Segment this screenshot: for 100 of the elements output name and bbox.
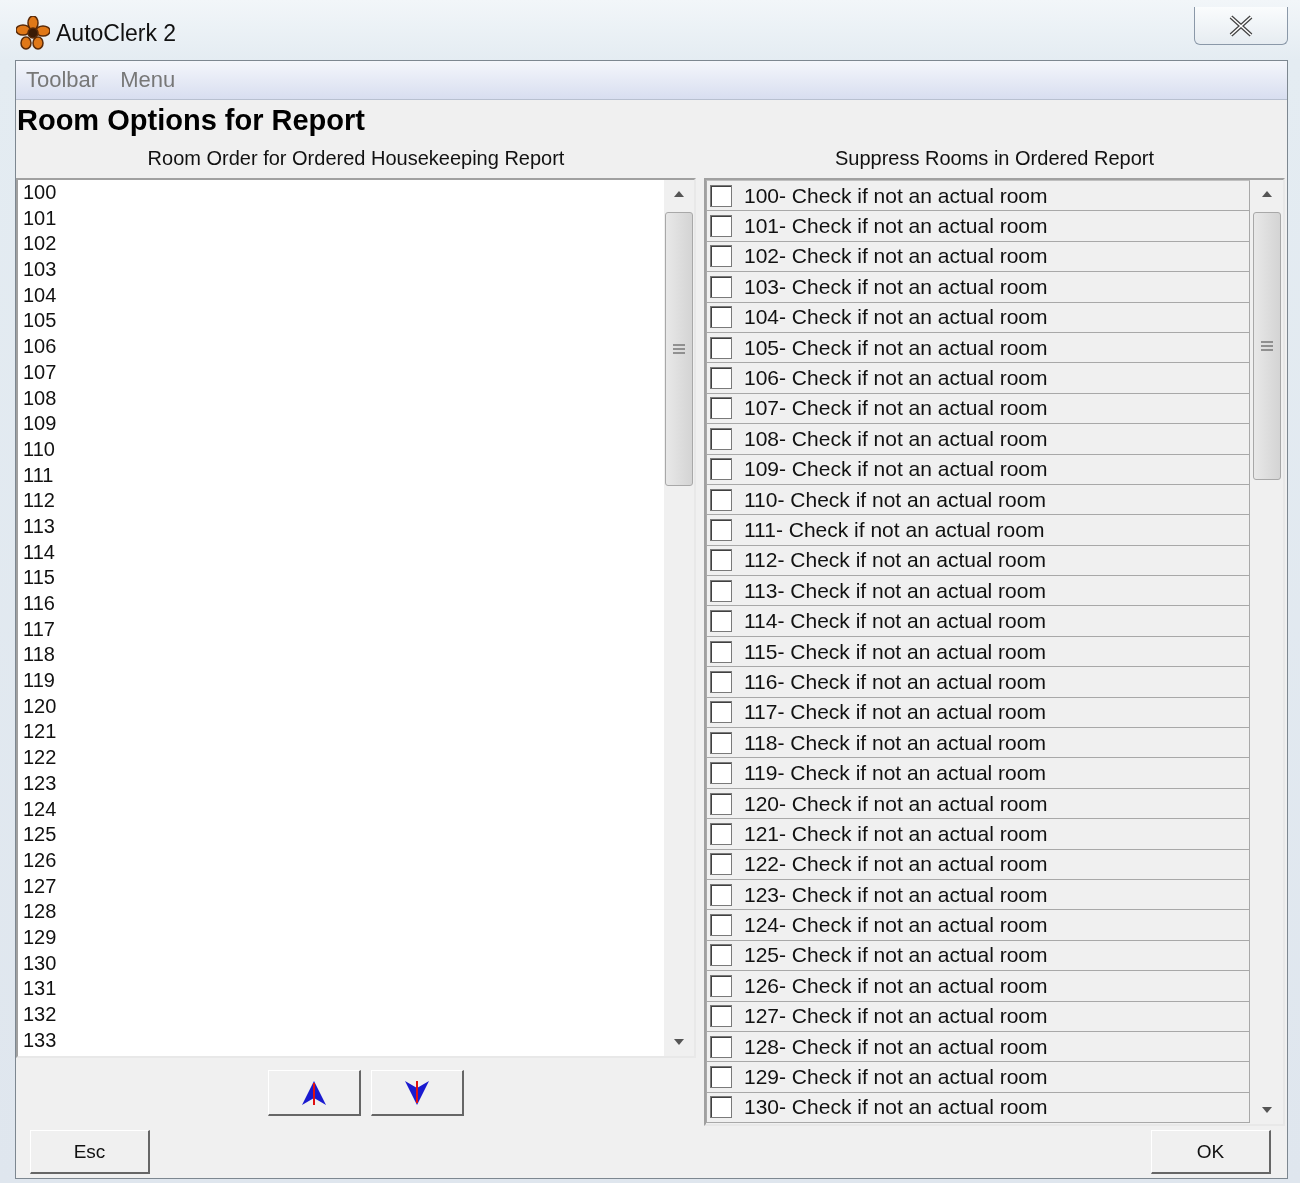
checkbox-row[interactable]: 115- Check if not an actual room xyxy=(706,636,1250,668)
checkbox[interactable] xyxy=(710,549,732,572)
checkbox[interactable] xyxy=(710,610,732,633)
checkbox[interactable] xyxy=(710,215,732,238)
room-list-item[interactable]: 124 xyxy=(23,796,664,823)
room-list-item[interactable]: 112 xyxy=(23,488,664,514)
room-list-item[interactable]: 129 xyxy=(23,924,664,951)
checkbox[interactable] xyxy=(710,1005,732,1028)
checkbox-row[interactable]: 105- Check if not an actual room xyxy=(706,332,1250,364)
room-list-item[interactable]: 103 xyxy=(23,257,664,283)
checkbox-row[interactable]: 112- Check if not an actual room xyxy=(706,545,1250,577)
room-list-item[interactable]: 125 xyxy=(23,822,664,848)
room-list-item[interactable]: 105 xyxy=(23,308,664,335)
checkbox[interactable] xyxy=(710,731,732,754)
scroll-up-icon[interactable] xyxy=(1260,190,1273,198)
checkbox-row[interactable]: 110- Check if not an actual room xyxy=(706,484,1250,516)
checkbox[interactable] xyxy=(710,640,732,663)
room-list-item[interactable]: 131 xyxy=(23,976,664,1002)
room-list-item[interactable]: 117 xyxy=(23,616,664,643)
scroll-up-icon[interactable] xyxy=(673,190,685,198)
checkbox-row[interactable]: 123- Check if not an actual room xyxy=(706,880,1250,911)
room-list-item[interactable]: 108 xyxy=(23,385,664,412)
room-list-item[interactable]: 114 xyxy=(23,539,664,566)
checkbox-row[interactable]: 103- Check if not an actual room xyxy=(706,272,1250,303)
checkbox-row[interactable]: 120- Check if not an actual room xyxy=(706,788,1250,820)
checkbox-row[interactable]: 102- Check if not an actual room xyxy=(706,241,1250,273)
checkbox[interactable] xyxy=(710,1096,732,1119)
checkbox-row[interactable]: 126- Check if not an actual room xyxy=(706,971,1250,1002)
checkbox[interactable] xyxy=(710,427,732,450)
checkbox-row[interactable]: 104- Check if not an actual room xyxy=(706,302,1250,333)
checkbox[interactable] xyxy=(710,670,732,693)
checkbox[interactable] xyxy=(710,184,732,207)
checkbox[interactable] xyxy=(710,974,732,997)
room-list-item[interactable]: 128 xyxy=(23,899,664,925)
room-list-item[interactable]: 120 xyxy=(23,693,664,720)
checkbox[interactable] xyxy=(710,488,732,511)
checkbox-row[interactable]: 106- Check if not an actual room xyxy=(706,363,1250,394)
checkbox-row[interactable]: 117- Check if not an actual room xyxy=(706,697,1250,729)
checkbox[interactable] xyxy=(710,944,732,967)
checkbox[interactable] xyxy=(710,762,732,785)
room-list-item[interactable]: 113 xyxy=(23,513,664,540)
room-list-item[interactable]: 132 xyxy=(23,1002,664,1028)
checkbox[interactable] xyxy=(710,883,732,906)
room-list-item[interactable]: 126 xyxy=(23,847,664,874)
move-down-button[interactable] xyxy=(371,1070,464,1116)
checkbox-row[interactable]: 109- Check if not an actual room xyxy=(706,454,1250,485)
room-list-item[interactable]: 106 xyxy=(23,334,664,360)
checkbox-row[interactable]: 128- Check if not an actual room xyxy=(706,1031,1250,1063)
scroll-down-icon[interactable] xyxy=(1260,1106,1273,1114)
room-list-item[interactable]: 122 xyxy=(23,745,664,771)
room-list-item[interactable]: 123 xyxy=(23,770,664,797)
room-list-item[interactable]: 109 xyxy=(23,411,664,437)
checkbox[interactable] xyxy=(710,275,732,298)
checkbox-row[interactable]: 116- Check if not an actual room xyxy=(706,667,1250,698)
checkbox[interactable] xyxy=(710,1035,732,1058)
room-list-item[interactable]: 102 xyxy=(23,231,664,258)
room-list-item[interactable]: 115 xyxy=(23,565,664,591)
room-list-item[interactable]: 119 xyxy=(23,668,664,694)
move-up-button[interactable] xyxy=(268,1070,361,1116)
checkbox-row[interactable]: 125- Check if not an actual room xyxy=(706,940,1250,972)
room-list-item[interactable]: 130 xyxy=(23,950,664,977)
checkbox[interactable] xyxy=(710,822,732,845)
checkbox-row[interactable]: 129- Check if not an actual room xyxy=(706,1062,1250,1093)
room-list-item[interactable]: 100 xyxy=(23,180,664,206)
checkbox-row[interactable]: 118- Check if not an actual room xyxy=(706,728,1250,759)
room-list-item[interactable]: 110 xyxy=(23,436,664,463)
checkbox[interactable] xyxy=(710,306,732,329)
checkbox-row[interactable]: 130- Check if not an actual room xyxy=(706,1092,1250,1124)
checkbox-row[interactable]: 121- Check if not an actual room xyxy=(706,819,1250,850)
checkbox[interactable] xyxy=(710,336,732,359)
checkbox-row[interactable]: 127- Check if not an actual room xyxy=(706,1001,1250,1032)
checkbox-row[interactable]: 101- Check if not an actual room xyxy=(706,211,1250,242)
checkbox[interactable] xyxy=(710,397,732,420)
checkbox-row[interactable]: 122- Check if not an actual room xyxy=(706,849,1250,880)
room-list-item[interactable]: 118 xyxy=(23,642,664,669)
scroll-down-icon[interactable] xyxy=(673,1038,685,1046)
checkbox[interactable] xyxy=(710,792,732,815)
close-button[interactable] xyxy=(1194,7,1288,45)
esc-button[interactable]: Esc xyxy=(30,1130,150,1174)
room-list-item[interactable]: 101 xyxy=(23,205,664,232)
scrollbar-thumb[interactable] xyxy=(665,212,693,486)
checkbox-row[interactable]: 124- Check if not an actual room xyxy=(706,910,1250,941)
checkbox-row[interactable]: 108- Check if not an actual room xyxy=(706,424,1250,455)
room-list-item[interactable]: 127 xyxy=(23,873,664,900)
checkbox-row[interactable]: 113- Check if not an actual room xyxy=(706,576,1250,607)
room-list-item[interactable]: 107 xyxy=(23,359,664,386)
checkbox[interactable] xyxy=(710,245,732,268)
ok-button[interactable]: OK xyxy=(1151,1130,1271,1174)
checkbox[interactable] xyxy=(710,701,732,724)
checkbox-row[interactable]: 114- Check if not an actual room xyxy=(706,606,1250,637)
room-list-item[interactable]: 116 xyxy=(23,591,664,617)
checkbox[interactable] xyxy=(710,914,732,937)
checkbox[interactable] xyxy=(710,1066,732,1088)
checkbox-row[interactable]: 107- Check if not an actual room xyxy=(706,393,1250,425)
checkbox[interactable] xyxy=(710,853,732,876)
checkbox-row[interactable]: 111- Check if not an actual room xyxy=(706,515,1250,546)
scrollbar[interactable] xyxy=(664,180,694,1056)
checkbox[interactable] xyxy=(710,458,732,481)
room-list-item[interactable]: 133 xyxy=(23,1027,664,1054)
room-list-item[interactable]: 111 xyxy=(23,462,664,489)
